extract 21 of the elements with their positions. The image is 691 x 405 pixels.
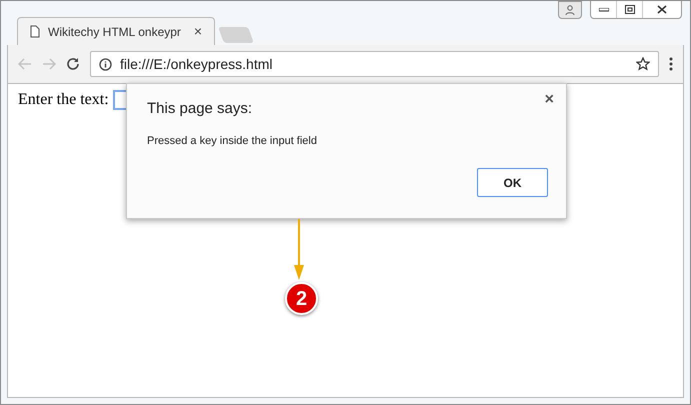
reload-icon[interactable] (66, 57, 80, 71)
dialog-message: Pressed a key inside the input field (147, 134, 318, 148)
address-bar[interactable]: file:///E:/onkeypress.html (90, 51, 659, 77)
star-icon[interactable] (636, 57, 650, 71)
person-icon (565, 5, 575, 15)
minimize-icon (598, 8, 608, 12)
url-text: file:///E:/onkeypress.html (120, 54, 273, 74)
close-icon (657, 5, 667, 14)
annotation-arrow (293, 219, 305, 281)
input-label: Enter the text: (18, 90, 109, 110)
tab-title: Wikitechy HTML onkeypr (48, 24, 181, 40)
dialog-title: This page says: (147, 99, 254, 119)
restore-icon (624, 5, 634, 14)
tab-close-button[interactable]: × (194, 21, 202, 42)
ok-button[interactable]: OK (477, 168, 548, 197)
profile-button[interactable] (558, 1, 582, 19)
browser-tab[interactable]: Wikitechy HTML onkeypr × (17, 17, 215, 45)
menu-icon[interactable] (669, 57, 673, 71)
document-icon (30, 25, 40, 38)
dialog-close-button[interactable]: × (544, 88, 554, 112)
info-icon (99, 58, 112, 70)
